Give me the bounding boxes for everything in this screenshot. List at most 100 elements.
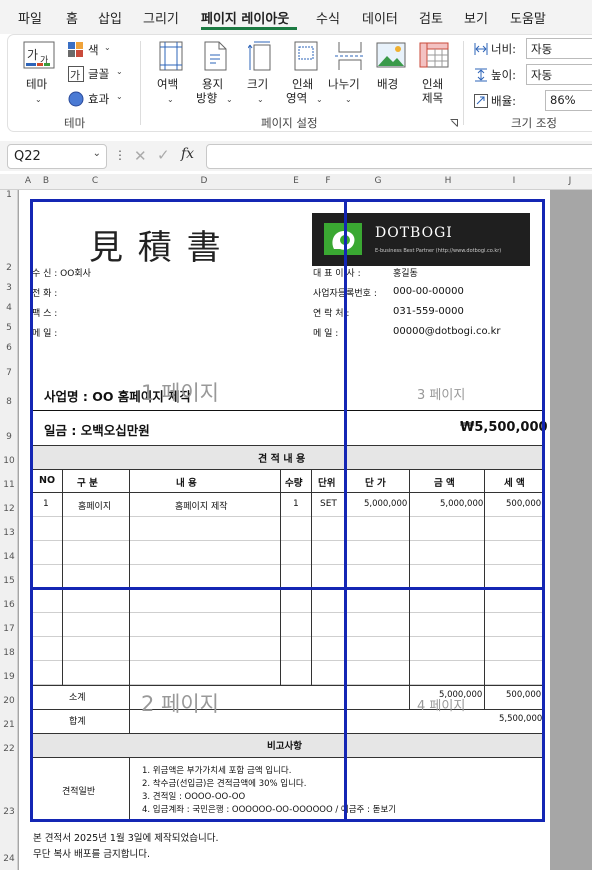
rep-label: 대 표 이 사 :	[313, 269, 361, 279]
page-break-top[interactable]	[30, 199, 545, 202]
header-unit-price: 단 가	[365, 478, 386, 489]
row-header[interactable]: 24	[0, 854, 18, 864]
print-area-button[interactable]: 인쇄 영역 ⌄	[286, 41, 326, 107]
worksheet[interactable]: A B C D E F G H I J 1 2 3 4 5 6 7 8 9 10…	[0, 174, 592, 870]
row-header[interactable]: 15	[0, 576, 18, 586]
scale-spinner[interactable]: 86%	[545, 90, 592, 111]
more-options-icon[interactable]: ⋮	[114, 148, 126, 162]
grid-line	[280, 469, 281, 685]
row-header[interactable]: 19	[0, 672, 18, 682]
row-header[interactable]: 13	[0, 528, 18, 538]
column-header-d[interactable]: D	[194, 176, 214, 186]
page-break-left[interactable]	[30, 199, 33, 822]
menu-review[interactable]: 검토	[419, 8, 443, 27]
page-break-vertical[interactable]	[344, 199, 347, 822]
themes-button[interactable]: 가 가 테마 ⌄	[20, 41, 60, 107]
row-header[interactable]: 21	[0, 720, 18, 730]
menu-formulas[interactable]: 수식	[316, 8, 340, 27]
row-header[interactable]: 22	[0, 744, 18, 754]
logo-mark-icon	[324, 223, 362, 255]
recipient-to: 수 신 : OO회사	[32, 269, 91, 279]
name-box[interactable]: Q22 ⌄	[7, 144, 107, 169]
menu-data[interactable]: 데이터	[362, 8, 398, 27]
row-header[interactable]: 17	[0, 624, 18, 634]
row-header[interactable]: 9	[0, 432, 18, 442]
doc-title: 見 積 書	[89, 228, 223, 268]
row-header[interactable]: 5	[0, 323, 18, 333]
row-header[interactable]: 6	[0, 343, 18, 353]
row-header[interactable]: 8	[0, 397, 18, 407]
row-header[interactable]: 14	[0, 552, 18, 562]
column-header-f[interactable]: F	[320, 176, 336, 186]
divider	[30, 469, 544, 470]
column-header-c[interactable]: C	[84, 176, 106, 186]
name-box-value: Q22	[14, 149, 41, 164]
column-header-i[interactable]: I	[504, 176, 524, 186]
column-header-b[interactable]: B	[38, 176, 54, 186]
column-header-j[interactable]: J	[562, 176, 578, 186]
column-header-e[interactable]: E	[288, 176, 304, 186]
breaks-label: 나누기	[328, 77, 360, 91]
menu-page-layout[interactable]: 페이지 레이아웃	[201, 8, 289, 27]
remark-line: 4. 입금계좌 : 국민은행 : OOOOOO-OO-OOOOOO / 예금주 …	[142, 805, 397, 815]
margins-button[interactable]: 여백 ⌄	[154, 41, 188, 107]
height-icon	[475, 68, 487, 82]
menu-insert[interactable]: 삽입	[98, 8, 122, 27]
row-header[interactable]: 18	[0, 648, 18, 658]
height-label: 높이:	[491, 68, 517, 82]
colors-caret-icon: ⌄	[104, 43, 111, 52]
row-header[interactable]: 20	[0, 696, 18, 706]
breaks-button[interactable]: 나누기 ⌄	[328, 41, 372, 107]
row-header[interactable]: 4	[0, 303, 18, 313]
print-titles-icon	[419, 42, 449, 68]
item-content: 홈페이지 제작	[175, 502, 228, 512]
menu-draw[interactable]: 그리기	[143, 8, 179, 27]
column-header-a[interactable]: A	[24, 176, 32, 186]
row-header[interactable]: 16	[0, 600, 18, 610]
dialog-launcher-icon[interactable]	[450, 119, 458, 127]
scale-value: 86%	[550, 93, 576, 107]
background-button[interactable]: 배경	[374, 41, 408, 107]
menu-view[interactable]: 보기	[464, 8, 488, 27]
menu-file[interactable]: 파일	[18, 8, 42, 27]
column-header-h[interactable]: H	[438, 176, 458, 186]
cancel-icon[interactable]: ✕	[134, 147, 147, 165]
row-header[interactable]: 1	[0, 190, 18, 200]
scale-label: 배율:	[491, 94, 517, 108]
insert-function-icon[interactable]: fx	[181, 146, 194, 162]
header-content: 내 용	[176, 478, 197, 489]
width-icon	[474, 43, 488, 55]
basis-label: 견적일반	[62, 787, 96, 797]
row-header[interactable]: 2	[0, 263, 18, 273]
grid-line	[30, 612, 544, 613]
size-button[interactable]: 크기 ⌄	[244, 41, 278, 107]
column-header-g[interactable]: G	[368, 176, 388, 186]
row-header[interactable]: 12	[0, 504, 18, 514]
page-break-bottom[interactable]	[30, 819, 545, 822]
width-dropdown[interactable]: 자동	[526, 38, 592, 59]
colors-button[interactable]: 색 ⌄	[66, 41, 126, 59]
height-dropdown[interactable]: 자동	[526, 64, 592, 85]
colors-icon	[68, 42, 83, 57]
page-break-right[interactable]	[542, 199, 545, 822]
page-break-horizontal[interactable]	[30, 587, 545, 590]
menu-home[interactable]: 홈	[66, 8, 78, 27]
enter-icon[interactable]: ✓	[157, 146, 170, 164]
row-header[interactable]: 3	[0, 283, 18, 293]
print-titles-button[interactable]: 인쇄 제목	[416, 41, 452, 107]
total-value: 5,500,000	[499, 714, 543, 724]
page-label-3: 3 페이지	[417, 388, 466, 403]
bizno-value: 000-00-00000	[393, 286, 464, 297]
orientation-button[interactable]: 용지 방향 ⌄	[196, 41, 236, 107]
themes-icon: 가 가	[23, 41, 55, 69]
row-header[interactable]: 10	[0, 456, 18, 466]
row-header[interactable]: 11	[0, 480, 18, 490]
menu-help[interactable]: 도움말	[510, 8, 546, 27]
divider	[30, 709, 544, 710]
item-tax: 500,000	[506, 499, 542, 509]
effects-button[interactable]: 효과 ⌄	[66, 90, 132, 108]
fonts-button[interactable]: 가 글꼴 ⌄	[66, 65, 132, 83]
formula-input[interactable]	[206, 144, 592, 169]
row-header[interactable]: 23	[0, 807, 18, 817]
row-header[interactable]: 7	[0, 368, 18, 378]
